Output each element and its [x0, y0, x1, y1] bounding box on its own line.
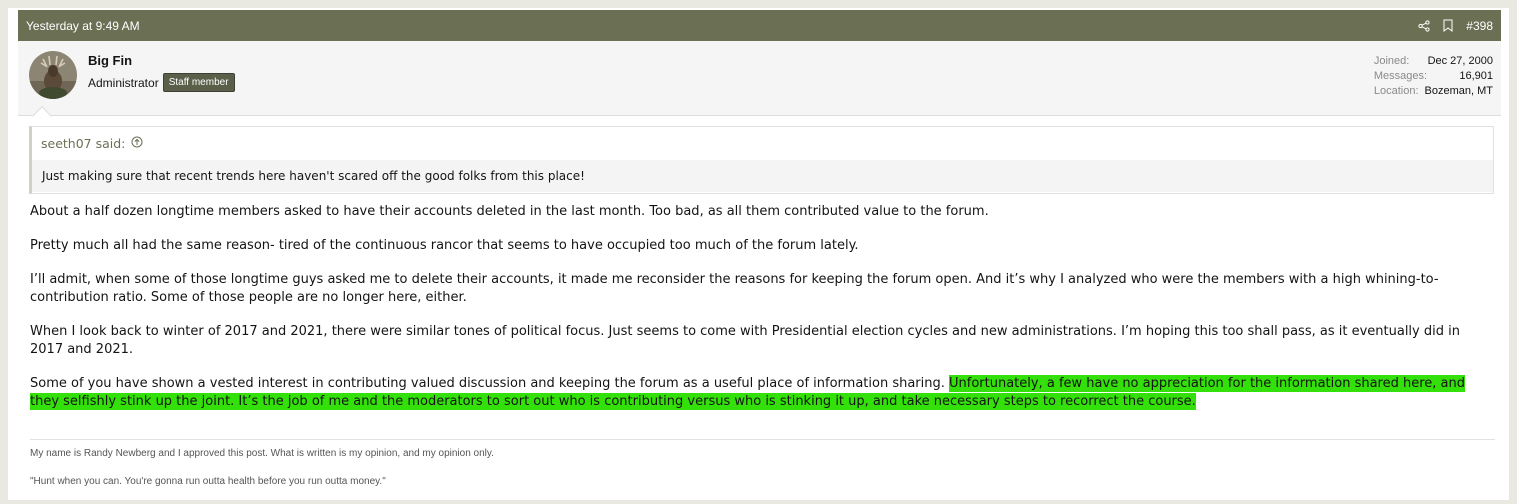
user-stats: Joined: Dec 27, 2000 Messages: 16,901 Lo…: [1374, 54, 1493, 99]
staff-badge: Staff member: [162, 73, 235, 92]
jump-to-quote-icon[interactable]: [131, 136, 143, 151]
stat-location: Location: Bozeman, MT: [1374, 84, 1493, 99]
signature-line: "Hunt when you can. You're gonna run out…: [30, 476, 386, 487]
avatar[interactable]: [29, 51, 77, 99]
stat-label: Joined:: [1373, 55, 1410, 67]
username[interactable]: Big Fin: [88, 53, 132, 68]
stat-value: 16,901: [1459, 70, 1493, 82]
message-body: About a half dozen longtime members aske…: [30, 203, 1490, 427]
stat-messages: Messages: 16,901: [1374, 69, 1493, 84]
post-tools: #398: [1418, 19, 1493, 33]
post-date-link[interactable]: Yesterday at 9:49 AM: [26, 19, 140, 33]
signature-line: My name is Randy Newberg and I approved …: [30, 448, 494, 459]
signature: My name is Randy Newberg and I approved …: [30, 439, 1495, 504]
paragraph: Some of you have shown a vested interest…: [30, 375, 1490, 411]
stat-value[interactable]: Bozeman, MT: [1425, 84, 1493, 99]
user-title-row: Administrator Staff member: [88, 73, 235, 92]
share-icon[interactable]: [1418, 19, 1430, 32]
post-number-link[interactable]: #398: [1466, 19, 1493, 33]
user-info-bar: Big Fin Administrator Staff member Joine…: [18, 41, 1501, 116]
post-container: Yesterday at 9:49 AM #398 Big Fin Admini…: [8, 8, 1509, 500]
paragraph-text: Some of you have shown a vested interest…: [30, 376, 950, 391]
stat-joined: Joined: Dec 27, 2000: [1374, 54, 1493, 69]
quote-author[interactable]: seeth07 said:: [41, 136, 125, 151]
stat-value: Dec 27, 2000: [1427, 55, 1493, 67]
paragraph: When I look back to winter of 2017 and 2…: [30, 324, 1460, 357]
paragraph: About a half dozen longtime members aske…: [30, 204, 989, 219]
stat-label: Messages:: [1373, 70, 1428, 82]
post-header: Yesterday at 9:49 AM #398: [18, 10, 1501, 41]
quote-text: Just making sure that recent trends here…: [32, 160, 1493, 192]
quote-header[interactable]: seeth07 said:: [32, 127, 1493, 160]
user-title: Administrator: [88, 75, 159, 90]
paragraph: I’ll admit, when some of those longtime …: [30, 272, 1439, 305]
quote-block: seeth07 said: Just making sure that rece…: [29, 126, 1494, 194]
paragraph: Pretty much all had the same reason- tir…: [30, 238, 859, 253]
bookmark-icon[interactable]: [1442, 19, 1454, 32]
stat-label: Location:: [1373, 85, 1419, 97]
